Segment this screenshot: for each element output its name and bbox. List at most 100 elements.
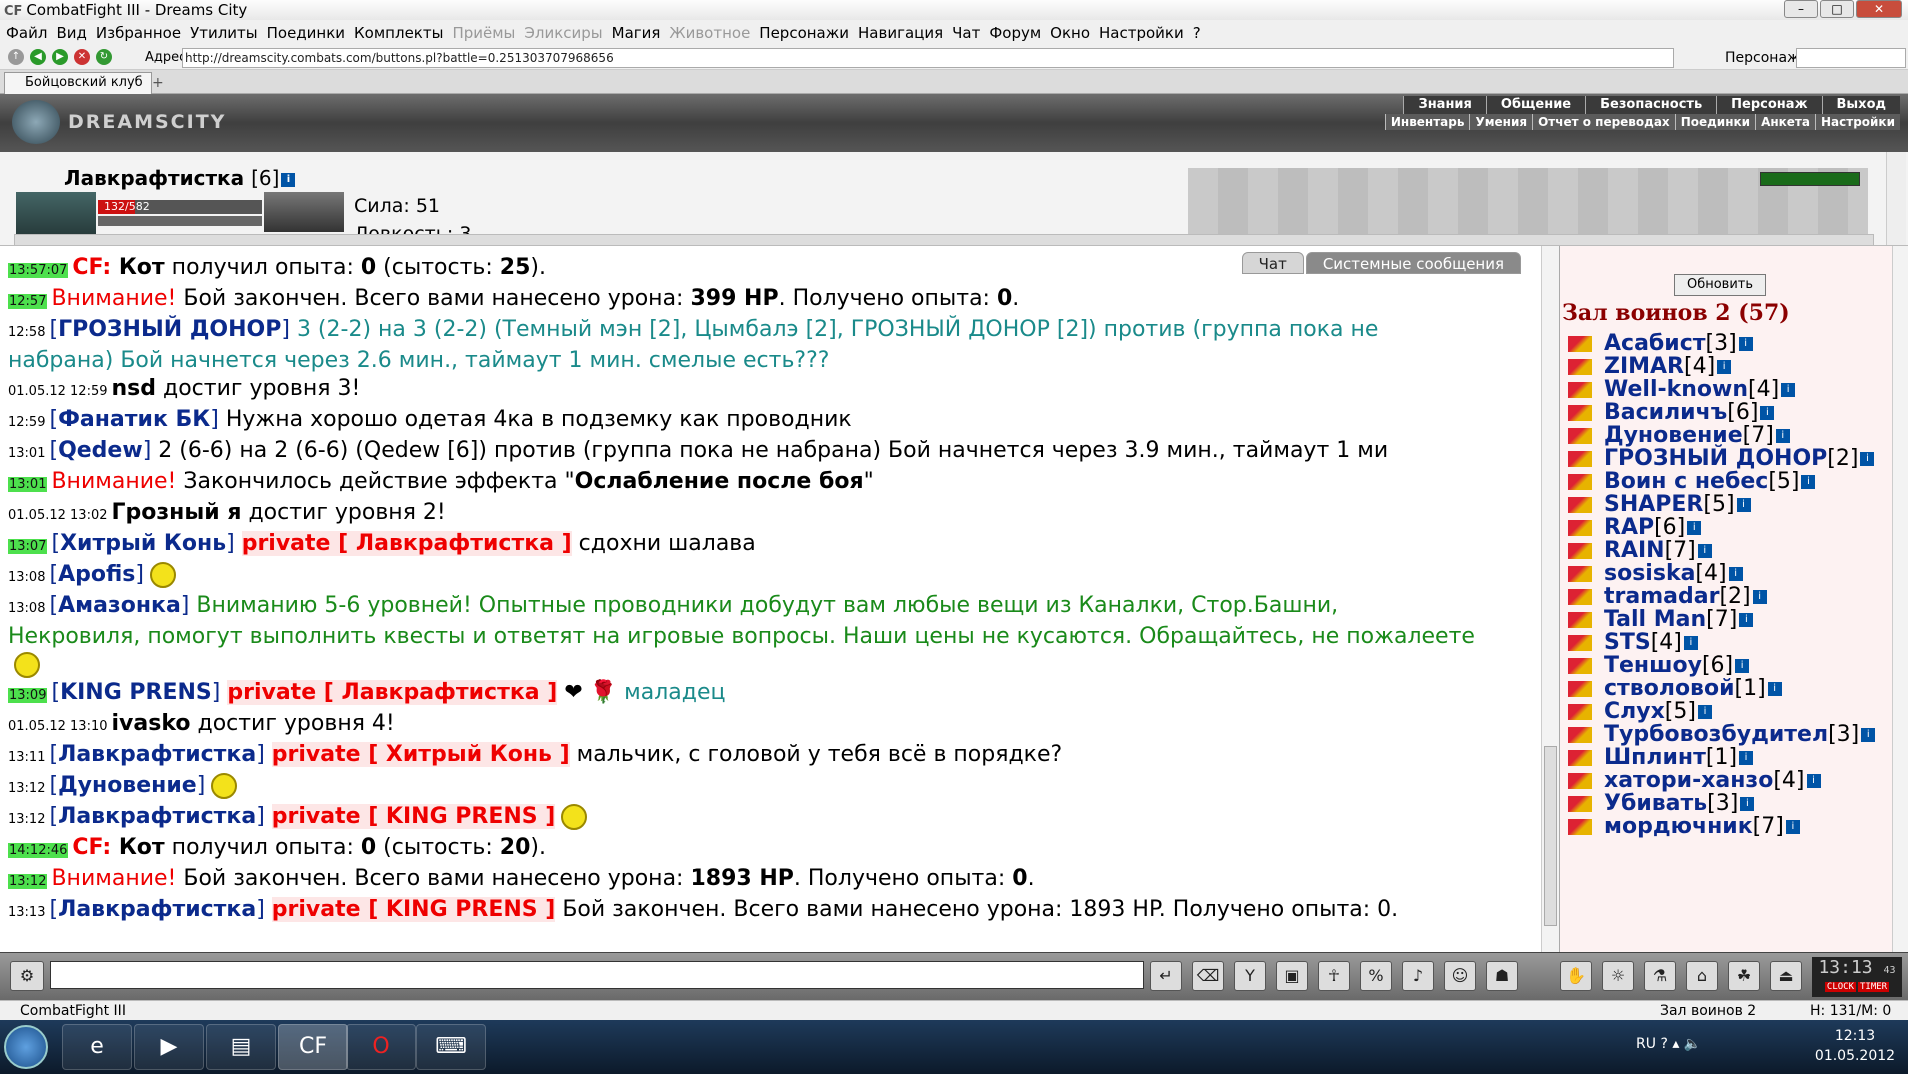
site-nav-link[interactable]: Поединки: [1674, 114, 1756, 130]
site-nav-link[interactable]: Отчет о переводах: [1532, 114, 1675, 130]
refresh-icon[interactable]: ↻: [96, 49, 112, 65]
site-logo[interactable]: DREAMSCITY: [12, 94, 224, 152]
player-list-item[interactable]: RAIN[7] i: [1568, 539, 1888, 562]
info-icon[interactable]: i: [1806, 774, 1821, 788]
chat-nick[interactable]: Амазонка: [58, 593, 181, 618]
player-name[interactable]: Теншоу: [1604, 653, 1702, 678]
chat-nick[interactable]: KING PRENS: [60, 680, 212, 705]
tab-chat[interactable]: Чат: [1241, 252, 1304, 274]
player-name[interactable]: Шплинт: [1604, 745, 1706, 770]
info-icon[interactable]: i: [1861, 728, 1876, 742]
info-icon[interactable]: i: [1736, 498, 1751, 512]
player-list-item[interactable]: Tall Man[7] i: [1568, 608, 1888, 631]
site-nav-link[interactable]: Безопасность: [1585, 96, 1717, 114]
chat-nick[interactable]: Лавкрафтистка: [58, 897, 256, 922]
player-name[interactable]: стволовой: [1604, 676, 1735, 701]
save-icon[interactable]: ▣: [1276, 961, 1308, 991]
player-name[interactable]: ГРОЗНЫЙ ДОНОР: [1604, 446, 1827, 471]
timestamp[interactable]: 13:08: [8, 570, 45, 585]
site-nav-link[interactable]: Персонаж: [1716, 96, 1822, 114]
player-name[interactable]: Дуновение: [1604, 423, 1743, 448]
player-name[interactable]: Well-known: [1604, 377, 1748, 402]
player-list-item[interactable]: Слух[5] i: [1568, 700, 1888, 723]
timestamp[interactable]: 13:09: [8, 688, 48, 703]
player-list-item[interactable]: хатори-ханзо[4] i: [1568, 769, 1888, 792]
forward-icon[interactable]: ▶: [52, 49, 68, 65]
player-list-item[interactable]: Дуновение[7] i: [1568, 424, 1888, 447]
info-icon[interactable]: i: [1767, 682, 1782, 696]
clock-label[interactable]: CLOCK: [1824, 982, 1856, 992]
maximize-button[interactable]: □: [1820, 0, 1854, 18]
player-list-item[interactable]: Well-known[4] i: [1568, 378, 1888, 401]
info-icon[interactable]: i: [1735, 659, 1750, 673]
timestamp[interactable]: 14:12:46: [8, 843, 69, 858]
player-list-item[interactable]: Шплинт[1] i: [1568, 746, 1888, 769]
player-list-item[interactable]: Асабист[3] i: [1568, 332, 1888, 355]
chat-nick[interactable]: Фанатик БК: [58, 407, 210, 432]
address-input[interactable]: http://dreamscity.combats.com/buttons.pl…: [182, 48, 1674, 68]
private-tag[interactable]: private [ KING PRENS ]: [271, 897, 556, 922]
player-name[interactable]: RAP: [1604, 515, 1654, 540]
player-list-item[interactable]: Турбовозбудител[3] i: [1568, 723, 1888, 746]
menu-item[interactable]: Окно: [1050, 24, 1090, 42]
room-scrollbar[interactable]: [1892, 246, 1908, 952]
opera-taskbar-icon[interactable]: O: [346, 1024, 416, 1070]
timestamp[interactable]: 01.05.12 13:02: [8, 508, 108, 523]
smiles-icon[interactable]: ☺: [1444, 961, 1476, 991]
timestamp[interactable]: 13:01: [8, 446, 45, 461]
menu-item[interactable]: Персонажи: [759, 24, 849, 42]
media-taskbar-icon[interactable]: ▶: [134, 1024, 204, 1070]
menu-item[interactable]: Форум: [989, 24, 1041, 42]
info-icon[interactable]: i: [1801, 475, 1816, 489]
player-name[interactable]: Tall Man: [1604, 607, 1706, 632]
up-icon[interactable]: ↑: [8, 49, 24, 65]
menu-item[interactable]: Утилиты: [190, 24, 258, 42]
info-icon[interactable]: i: [1739, 613, 1754, 627]
refresh-button[interactable]: Обновить: [1674, 274, 1766, 296]
chat-nick[interactable]: Apofis: [58, 562, 135, 587]
player-name[interactable]: Турбовозбудител: [1604, 722, 1828, 747]
tab-fight-club[interactable]: Бойцовский клуб: [4, 72, 152, 94]
player-list-item[interactable]: tramadar[2] i: [1568, 585, 1888, 608]
menu-item[interactable]: Магия: [612, 24, 661, 42]
timestamp[interactable]: 12:59: [8, 415, 45, 430]
timestamp[interactable]: 13:13: [8, 905, 45, 920]
player-list-item[interactable]: SHAPER[5] i: [1568, 493, 1888, 516]
timestamp[interactable]: 13:01: [8, 477, 48, 492]
action-icon-3[interactable]: ⚗: [1644, 961, 1676, 991]
info-icon[interactable]: i: [1738, 337, 1753, 351]
site-nav-link[interactable]: Анкета: [1755, 114, 1815, 130]
chat-nick[interactable]: Лавкрафтистка: [58, 804, 256, 829]
chat-nick[interactable]: ГРОЗНЫЙ ДОНОР: [58, 317, 281, 342]
player-list-item[interactable]: Василичъ[6] i: [1568, 401, 1888, 424]
info-icon[interactable]: i: [1752, 590, 1767, 604]
menu-item[interactable]: Вид: [56, 24, 86, 42]
timestamp[interactable]: 13:12: [8, 874, 48, 889]
private-tag[interactable]: private [ Лавкрафтистка ]: [241, 531, 572, 556]
chat-nick[interactable]: Лавкрафтистка: [58, 742, 256, 767]
player-name[interactable]: SHAPER: [1604, 492, 1703, 517]
stop-icon[interactable]: ✕: [74, 49, 90, 65]
menu-item[interactable]: Приёмы: [452, 24, 515, 42]
minimize-button[interactable]: –: [1784, 0, 1818, 18]
info-icon[interactable]: i: [1785, 820, 1800, 834]
combatfight-taskbar-icon[interactable]: CF: [278, 1024, 348, 1070]
menu-item[interactable]: ?: [1193, 24, 1201, 42]
menu-item[interactable]: Избранное: [96, 24, 181, 42]
filter-icon[interactable]: Y: [1234, 961, 1266, 991]
player-name[interactable]: sosiska: [1604, 561, 1695, 586]
timestamp[interactable]: 12:58: [8, 325, 45, 340]
timestamp[interactable]: 13:11: [8, 750, 45, 765]
panel-scrollbar[interactable]: [1886, 152, 1906, 245]
chat-nick[interactable]: Хитрый Конь: [60, 531, 226, 556]
help-icon[interactable]: ?: [1660, 1036, 1667, 1052]
player-list-item[interactable]: Теншоу[6] i: [1568, 654, 1888, 677]
tab-system-messages[interactable]: Системные сообщения: [1305, 252, 1521, 274]
private-tag[interactable]: private [ Лавкрафтистка ]: [227, 680, 558, 705]
info-icon[interactable]: i: [281, 172, 296, 187]
horizontal-scrollbar[interactable]: [14, 234, 1874, 245]
info-icon[interactable]: i: [1739, 751, 1754, 765]
explorer-taskbar-icon[interactable]: ▤: [206, 1024, 276, 1070]
menu-item[interactable]: Настройки: [1099, 24, 1184, 42]
action-icon-4[interactable]: ⌂: [1686, 961, 1718, 991]
